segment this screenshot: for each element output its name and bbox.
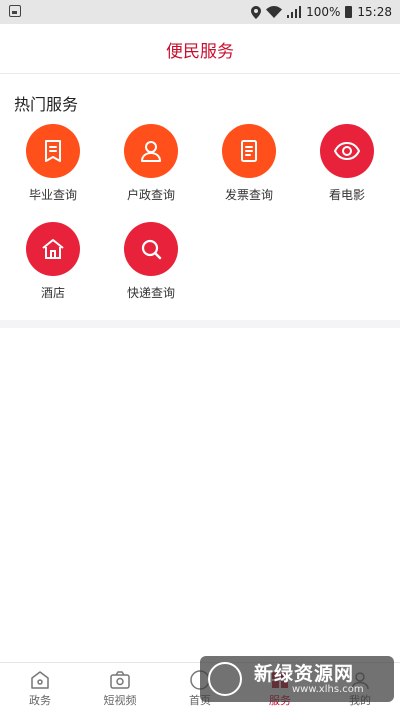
watermark-logo-icon	[208, 662, 242, 696]
eye-icon	[320, 124, 374, 178]
battery-icon	[345, 6, 352, 18]
watermark-text: 新绿资源网	[254, 659, 354, 686]
status-bar: 100% 15:28	[0, 0, 400, 24]
service-label: 毕业查询	[4, 186, 102, 203]
service-label: 快递查询	[102, 284, 200, 301]
watermark-url: www.xlhs.com	[292, 684, 364, 695]
house-icon	[26, 222, 80, 276]
page-title: 便民服务	[0, 24, 400, 80]
status-right: 100% 15:28	[251, 3, 392, 21]
camera-icon	[109, 669, 131, 691]
search-icon	[124, 222, 178, 276]
service-hotel[interactable]: 酒店	[4, 222, 102, 301]
tab-label: 短视频	[80, 692, 160, 708]
building-icon	[29, 669, 51, 691]
service-label: 酒店	[4, 284, 102, 301]
bookmark-doc-icon	[26, 124, 80, 178]
watermark: 新绿资源网 www.xlhs.com	[200, 656, 394, 702]
wifi-icon	[266, 6, 282, 18]
service-graduation-query[interactable]: 毕业查询	[4, 124, 102, 203]
service-invoice-query[interactable]: 发票查询	[200, 124, 298, 203]
document-icon	[222, 124, 276, 178]
signal-icon	[287, 6, 301, 18]
location-icon	[251, 6, 261, 19]
service-label: 看电影	[298, 186, 396, 203]
section-divider	[0, 320, 400, 328]
person-icon	[124, 124, 178, 178]
tab-label: 政务	[0, 692, 80, 708]
tab-government[interactable]: 政务	[0, 663, 80, 711]
page-header: 便民服务	[0, 24, 400, 74]
service-label: 发票查询	[200, 186, 298, 203]
section-title: 热门服务	[14, 91, 78, 115]
service-movies[interactable]: 看电影	[298, 124, 396, 203]
service-household-query[interactable]: 户政查询	[102, 124, 200, 203]
tab-short-video[interactable]: 短视频	[80, 663, 160, 711]
battery-percent: 100%	[306, 5, 340, 19]
service-express-query[interactable]: 快递查询	[102, 222, 200, 301]
service-label: 户政查询	[102, 186, 200, 203]
clock: 15:28	[357, 5, 392, 19]
gallery-notification-icon	[9, 5, 21, 17]
